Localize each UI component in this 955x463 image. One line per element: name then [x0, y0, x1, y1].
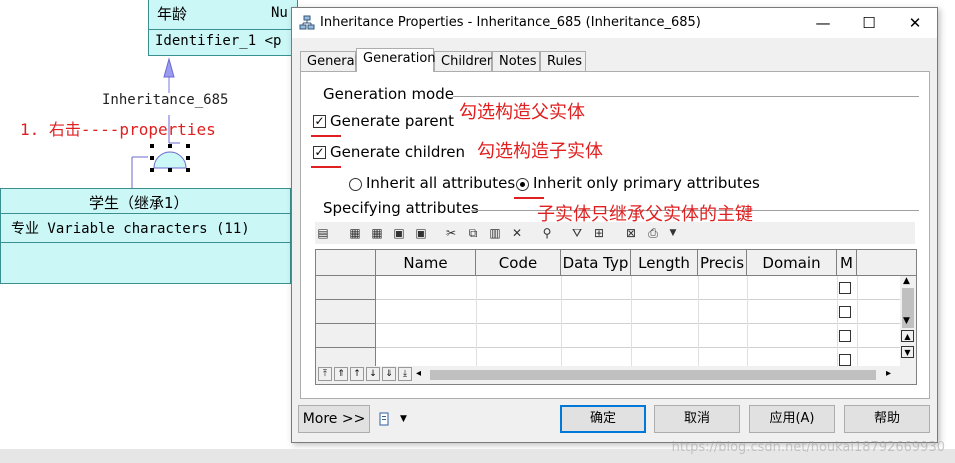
move-bottom-icon[interactable]: ▼	[901, 346, 914, 358]
column-header-length[interactable]: Length	[631, 250, 698, 276]
insert-row-icon[interactable]: ▦	[369, 225, 385, 241]
delete-icon[interactable]: ✕	[509, 225, 525, 241]
reuse-attributes-icon[interactable]: ▣	[413, 225, 429, 241]
inherit-primary-radio[interactable]	[516, 178, 529, 191]
grid-header-filler	[857, 250, 916, 276]
attributes-grid[interactable]: Name Code Data Typ Length Precis Domain …	[315, 249, 917, 385]
watermark: https://blog.csdn.net/houkai18792669930	[671, 440, 945, 455]
inherit-all-label[interactable]: Inherit all attributes	[366, 174, 515, 192]
mandatory-checkbox[interactable]	[839, 282, 851, 294]
column-header-data-type[interactable]: Data Typ	[561, 250, 631, 276]
specifying-attributes-group-label: Specifying attributes	[323, 199, 479, 217]
paste-icon[interactable]: ▥	[487, 225, 503, 241]
vertical-scrollbar[interactable]: ▲ ▼ ▲ ▼	[900, 276, 916, 366]
tab-generation[interactable]: Generation	[356, 48, 436, 72]
mandatory-checkbox[interactable]	[839, 354, 851, 366]
row-header[interactable]	[316, 324, 376, 348]
add-attributes-icon[interactable]: ▣	[391, 225, 407, 241]
parent-entity-attribute-row: 年龄	[157, 5, 188, 23]
find-icon[interactable]: ⚲	[539, 225, 555, 241]
inherit-primary-underline	[514, 197, 544, 199]
generation-mode-separator	[453, 96, 919, 97]
generate-parent-label[interactable]: Generate parent	[330, 112, 454, 130]
print-icon[interactable]: ⎙	[645, 225, 661, 241]
scroll-down-icon[interactable]: ▼	[903, 316, 910, 326]
apply-button[interactable]: 应用(A)	[749, 405, 835, 433]
tab-children[interactable]: Children	[434, 51, 495, 71]
generate-parent-underline	[311, 135, 341, 137]
tab-rules[interactable]: Rules	[540, 51, 586, 71]
attributes-toolbar: ▤ ▦ ▦ ▣ ▣ ✂ ⧉ ▥ ✕ ⚲ ⛛ ⊞ ⊠ ⎙ ▼	[315, 222, 915, 244]
ok-button[interactable]: 确定	[560, 405, 646, 433]
filter-icon[interactable]: ⛛	[569, 225, 585, 241]
scroll-up-icon[interactable]: ▲	[903, 276, 910, 286]
excel-export-icon[interactable]: ⊞	[591, 225, 607, 241]
move-last-icon[interactable]: ⤓	[398, 367, 412, 381]
move-up-icon[interactable]: ↑	[350, 367, 364, 381]
grid-bottom-bar: ⤒ ⇑ ↑ ↓ ⇓ ⤓ ◂ ▸	[316, 366, 916, 384]
inheritance-symbol-icon	[150, 144, 190, 172]
cut-icon[interactable]: ✂	[443, 225, 459, 241]
parent-entity-attribute-type: Nu	[271, 5, 288, 21]
generate-children-underline	[311, 166, 341, 168]
inherit-primary-label[interactable]: Inherit only primary attributes	[533, 174, 760, 192]
column-header-mandatory[interactable]: M	[837, 250, 857, 276]
list-menu-icon[interactable]	[378, 411, 394, 427]
generation-mode-group-label: Generation mode	[323, 85, 454, 103]
grid-corner	[316, 250, 376, 276]
tab-general[interactable]: General	[300, 51, 358, 71]
annotation-children-note: 勾选构造子实体	[477, 141, 603, 162]
mandatory-checkbox[interactable]	[839, 330, 851, 342]
row-header[interactable]	[316, 300, 376, 324]
move-down-fast-icon[interactable]: ⇓	[382, 367, 396, 381]
cancel-button[interactable]: 取消	[654, 405, 740, 433]
parent-entity-identifier: Identifier_1 <p	[155, 33, 282, 49]
column-header-domain[interactable]: Domain	[747, 250, 837, 276]
generate-children-label[interactable]: Generate children	[330, 143, 465, 161]
move-first-icon[interactable]: ⤒	[318, 367, 332, 381]
scroll-right-icon[interactable]: ▸	[886, 368, 891, 379]
properties-icon[interactable]: ▤	[315, 225, 331, 241]
help-button[interactable]: 帮助	[844, 405, 930, 433]
more-button[interactable]: More >>	[298, 405, 370, 433]
child-entity-name: 学生（继承1）	[89, 194, 189, 212]
copy-icon[interactable]: ⧉	[465, 225, 481, 241]
column-header-precision[interactable]: Precis	[698, 250, 747, 276]
scroll-left-icon[interactable]: ◂	[416, 368, 421, 379]
dialog-titlebar[interactable]: Inheritance Properties - Inheritance_685…	[292, 8, 937, 38]
parent-entity[interactable]: 年龄 Nu Identifier_1 <p	[148, 0, 299, 56]
chevron-down-icon[interactable]: ▼	[400, 414, 407, 424]
mandatory-checkbox[interactable]	[839, 306, 851, 318]
maximize-button[interactable]: ☐	[846, 8, 892, 38]
move-up-fast-icon[interactable]: ⇑	[334, 367, 348, 381]
column-header-code[interactable]: Code	[476, 250, 561, 276]
close-button[interactable]: ✕	[892, 8, 938, 38]
add-row-icon[interactable]: ▦	[347, 225, 363, 241]
inheritance-label: Inheritance_685	[102, 92, 229, 108]
inheritance-properties-dialog: Inheritance Properties - Inheritance_685…	[291, 7, 938, 443]
annotation-step1: 1. 右击----properties	[20, 120, 216, 139]
child-entity[interactable]: 学生（继承1） 专业 Variable characters (11)	[0, 188, 292, 284]
export-icon[interactable]: ⊠	[623, 225, 639, 241]
generate-children-checkbox[interactable]: ✓	[313, 146, 326, 159]
inherit-all-radio[interactable]	[349, 178, 362, 191]
horizontal-scroll-thumb[interactable]	[430, 370, 876, 380]
move-down-icon[interactable]: ↓	[366, 367, 380, 381]
column-header-name[interactable]: Name	[376, 250, 476, 276]
inheritance-app-icon	[299, 15, 315, 30]
generate-parent-checkbox[interactable]: ✓	[313, 115, 326, 128]
chevron-down-icon[interactable]: ▼	[665, 225, 681, 241]
tab-notes[interactable]: Notes	[492, 51, 540, 71]
inheritance-symbol[interactable]	[150, 144, 190, 172]
row-header[interactable]	[316, 276, 376, 300]
annotation-parent-note: 勾选构造父实体	[459, 102, 585, 123]
minimize-button[interactable]: —	[800, 8, 846, 38]
dialog-title: Inheritance Properties - Inheritance_685…	[320, 15, 701, 30]
child-entity-attribute: 专业 Variable characters (11)	[11, 221, 250, 237]
generation-panel: Generation mode ✓ Generate parent 勾选构造父实…	[300, 71, 930, 399]
move-top-icon[interactable]: ▲	[901, 330, 914, 342]
